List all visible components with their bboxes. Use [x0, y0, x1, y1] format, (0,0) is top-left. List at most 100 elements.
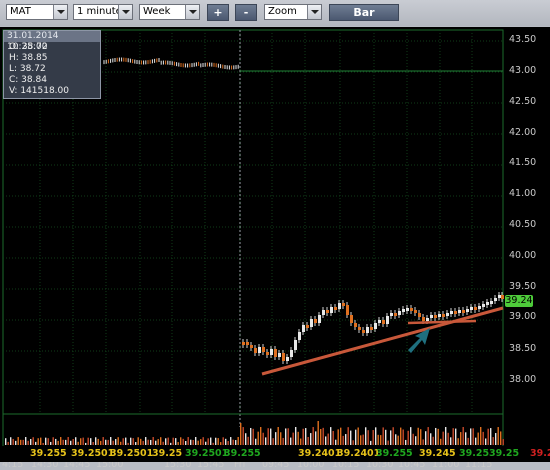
range-select[interactable]: Week: [139, 4, 200, 20]
volume-bar: [227, 441, 229, 445]
volume-bar: [57, 440, 59, 445]
volume-bar: [120, 441, 122, 445]
volume-bar: [297, 431, 299, 445]
price-chart[interactable]: 31.01.2014 10:25:00 O: 38.72 H: 38.85 L:…: [0, 27, 550, 470]
candle-body: [302, 325, 305, 332]
chart-type-button[interactable]: Bar: [329, 4, 399, 21]
candle-body: [270, 349, 273, 355]
volume-bar: [362, 434, 364, 445]
chevron-down-icon[interactable]: [53, 5, 67, 19]
volume-bar: [155, 440, 157, 445]
price-tick-label: 39.00: [509, 311, 537, 322]
volume-bar: [20, 439, 22, 445]
candle-body: [266, 352, 269, 355]
ticker-price: 39.25: [489, 448, 520, 459]
volume-bar: [7, 441, 9, 445]
volume-bar: [455, 428, 457, 445]
volume-bar: [257, 431, 259, 445]
volume-bar: [295, 427, 297, 445]
candle-body: [498, 295, 501, 298]
volume-bar: [217, 438, 219, 445]
candle-body: [258, 347, 261, 353]
volume-bar: [392, 427, 394, 445]
volume-bar: [292, 432, 294, 445]
volume-bar: [425, 431, 427, 445]
interval-select[interactable]: 1 minute: [73, 4, 133, 20]
candle-body: [482, 304, 485, 307]
volume-bar: [255, 438, 257, 445]
candle-body: [438, 314, 441, 317]
price-tick-label: 41.50: [509, 157, 537, 168]
ticker-price: 39.255: [30, 448, 67, 459]
candle-body: [322, 310, 325, 315]
volume-bar: [92, 441, 94, 445]
chevron-down-icon[interactable]: [185, 5, 199, 19]
candle-body: [274, 349, 277, 357]
chevron-down-icon[interactable]: [118, 5, 132, 19]
volume-bar: [345, 434, 347, 445]
volume-bar: [490, 428, 492, 445]
volume-bar: [367, 430, 369, 445]
volume-bar: [435, 427, 437, 445]
ticker-price: 39.25: [459, 448, 490, 459]
ticker-price: 39.245: [419, 448, 456, 459]
volume-bar: [237, 437, 239, 445]
zoom-in-button[interactable]: +: [207, 4, 229, 21]
volume-bar: [145, 437, 147, 445]
volume-bar: [82, 437, 84, 445]
volume-bar: [430, 433, 432, 445]
candle-body: [282, 353, 285, 361]
last-price-tag: 39.24: [505, 295, 533, 307]
volume-bar: [452, 428, 454, 445]
volume-bar: [195, 437, 197, 445]
price-ticker-bar: 39.255 39.2501 39.2501 39.25 39.2501 39.255 39…: [0, 446, 550, 462]
candle-body: [254, 348, 257, 353]
volume-bar: [200, 439, 202, 445]
volume-bar: [55, 438, 57, 445]
volume-bar: [142, 440, 144, 445]
volume-bar: [130, 437, 132, 445]
ticker-price: 39.25: [152, 448, 183, 459]
symbol-select[interactable]: MAT: [6, 4, 68, 20]
volume-bar: [105, 439, 107, 445]
volume-bar: [420, 429, 422, 445]
volume-bar: [500, 431, 502, 445]
volume-bar: [347, 427, 349, 445]
volume-bar: [242, 427, 244, 445]
volume-bar: [372, 430, 374, 445]
volume-bar: [175, 438, 177, 445]
volume-bar: [90, 438, 92, 445]
info-low: L: 38.72: [9, 64, 46, 74]
volume-bar: [75, 437, 77, 445]
volume-bar: [50, 441, 52, 445]
volume-bar: [210, 437, 212, 445]
volume-bar: [482, 431, 484, 445]
mode-select[interactable]: Zoom: [264, 4, 322, 20]
chevron-down-icon[interactable]: [307, 5, 321, 19]
volume-bar: [260, 427, 262, 445]
volume-bar: [37, 438, 39, 445]
volume-bar: [170, 442, 172, 445]
candle-body: [318, 315, 321, 323]
zoom-out-button[interactable]: -: [235, 4, 257, 21]
volume-bar: [305, 428, 307, 445]
volume-bar: [275, 432, 277, 445]
volume-bar: [100, 440, 102, 445]
volume-bar: [212, 442, 214, 445]
volume-bar: [180, 437, 182, 445]
volume-bar: [487, 428, 489, 445]
candle-body: [418, 313, 421, 317]
volume-bar: [335, 439, 337, 445]
price-tick-label: 40.00: [509, 250, 537, 261]
volume-bar: [277, 427, 279, 445]
volume-bar: [30, 438, 32, 445]
volume-bar: [470, 428, 472, 445]
candle-body: [478, 306, 481, 309]
candle-body: [394, 313, 397, 316]
volume-bar: [222, 437, 224, 445]
volume-bar: [135, 442, 137, 445]
volume-bar: [492, 437, 494, 445]
volume-bar: [160, 437, 162, 445]
volume-bar: [272, 438, 274, 445]
volume-bar: [410, 427, 412, 445]
